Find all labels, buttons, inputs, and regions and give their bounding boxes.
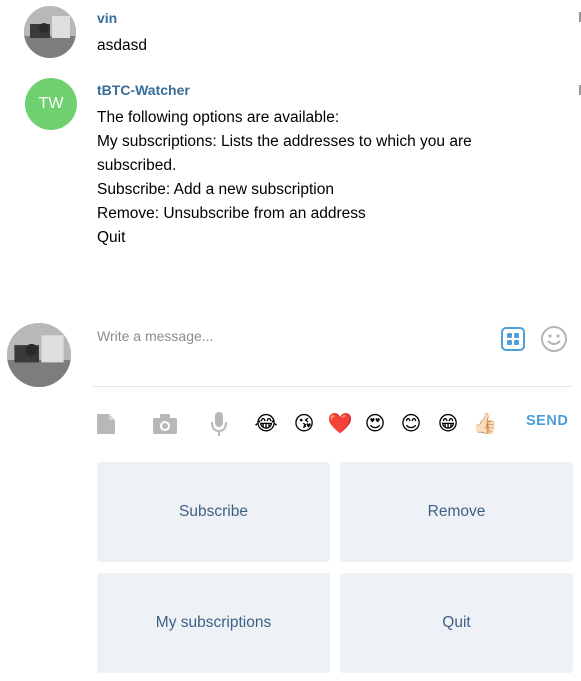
user-avatar[interactable] xyxy=(24,6,76,58)
emoji-kiss-icon[interactable]: 😘 xyxy=(290,410,318,436)
emoji-heart-icon[interactable]: ❤️ xyxy=(326,410,354,436)
message-input[interactable] xyxy=(97,326,487,346)
bot-keyboard-icon[interactable] xyxy=(500,326,526,352)
message-text: The following options are available: My … xyxy=(97,106,472,250)
message-line: The following options are available: xyxy=(97,109,340,126)
file-icon[interactable] xyxy=(94,410,118,438)
emoji-thumbs-up-icon[interactable]: 👍🏻 xyxy=(471,410,499,436)
keyboard-button-subscribe[interactable]: Subscribe xyxy=(97,462,330,562)
send-button[interactable]: SEND xyxy=(526,413,568,429)
self-avatar[interactable] xyxy=(7,323,71,387)
keyboard-button-remove[interactable]: Remove xyxy=(340,462,573,562)
message-line: Remove: Unsubscribe from an address xyxy=(97,205,366,222)
microphone-icon[interactable] xyxy=(207,410,231,438)
composer-divider xyxy=(93,386,572,387)
user-photo-icon xyxy=(7,323,71,387)
message-line: asdasd xyxy=(97,37,147,54)
camera-icon[interactable] xyxy=(151,410,179,438)
message-line: Subscribe: Add a new subscription xyxy=(97,181,334,198)
bot-avatar[interactable]: TW xyxy=(25,78,77,130)
message-line: Quit xyxy=(97,229,126,246)
emoji-blush-icon[interactable]: 😊 xyxy=(397,410,425,436)
sender-name[interactable]: vin xyxy=(97,10,117,26)
emoji-grin-icon[interactable]: 😁 xyxy=(434,410,462,436)
user-photo-icon xyxy=(24,6,76,58)
emoji-joy-icon[interactable]: 😂 xyxy=(252,410,280,436)
sender-name[interactable]: tBTC-Watcher xyxy=(97,82,190,98)
keyboard-button-my-subscriptions[interactable]: My subscriptions xyxy=(97,573,330,673)
message-line: My subscriptions: Lists the addresses to… xyxy=(97,133,472,150)
smiley-icon[interactable] xyxy=(540,325,568,353)
message-text: asdasd xyxy=(97,34,147,58)
message-line: subscribed. xyxy=(97,157,177,174)
emoji-heart-eyes-icon[interactable]: 😍 xyxy=(361,410,389,436)
keyboard-button-quit[interactable]: Quit xyxy=(340,573,573,673)
